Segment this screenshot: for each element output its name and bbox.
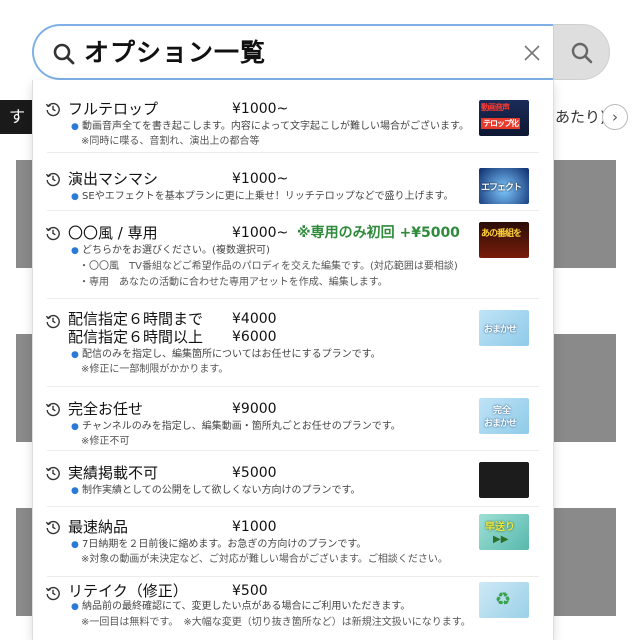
option-price: ¥5000	[232, 465, 277, 481]
option-thumbnail-full-telop: 動画音声 テロップ化	[479, 100, 529, 136]
option-description: ● 制作実績としての公開をして欲しくない方向けのプランです。	[71, 485, 361, 496]
option-name: 演出マシマシ	[68, 170, 159, 188]
search-input[interactable]: オプション一覧	[32, 24, 554, 80]
suggestion-item-retake[interactable]: リテイク（修正） ¥500 ● 納品前の最終確認にて、変更したい点がある場合にご…	[33, 580, 553, 640]
suggestion-item-no-portfolio[interactable]: 実績掲載不可 ¥5000 ● 制作実績としての公開をして欲しくない方向けのプラン…	[33, 460, 553, 508]
option-description: ● SEやエフェクトを基本プランに更に上乗せ！リッチテロップなどで盛り上げます。	[71, 191, 454, 202]
category-next-button[interactable]: ›	[602, 104, 628, 130]
history-icon	[45, 402, 60, 417]
divider	[47, 386, 539, 387]
option-name: リテイク（修正）	[68, 582, 188, 600]
option-name: 実績掲載不可	[68, 464, 159, 482]
option-note: ※同時に喋る、音割れ、演出上の都合等	[81, 136, 260, 147]
option-thumbnail-retake: ♻	[479, 582, 529, 618]
option-description: ● どちらかをお選びください。(複数選択可)	[71, 245, 270, 256]
history-icon	[45, 172, 60, 187]
option-note: ・専用 あなたの活動に合わせた専用アセットを作成、編集します。	[79, 277, 388, 288]
fast-forward-icon: ▶▶	[493, 534, 509, 545]
option-price: ¥1000~	[232, 171, 289, 187]
history-icon	[45, 520, 60, 535]
clear-icon[interactable]	[522, 43, 542, 63]
option-thumbnail-omakase: おまかせ	[479, 310, 529, 346]
option-price: ¥9000	[232, 401, 277, 417]
option-name: 完全お任せ	[68, 400, 144, 418]
divider	[47, 506, 539, 507]
divider	[47, 210, 539, 211]
option-name: フルテロップ	[68, 100, 159, 118]
history-icon	[45, 226, 60, 241]
divider	[47, 450, 539, 451]
history-icon	[45, 466, 60, 481]
option-thumbnail-full-omakase: 完全 おまかせ	[479, 398, 529, 434]
history-icon	[45, 586, 60, 601]
option-price: ¥1000	[232, 519, 277, 535]
option-thumbnail-express: 早送り ▶▶	[479, 514, 529, 550]
option-note: ※修正に一部制限がかかります。	[81, 364, 229, 375]
search-icon	[53, 43, 75, 65]
chevron-right-icon: ›	[612, 108, 618, 126]
recycle-icon: ♻	[495, 589, 512, 610]
option-name: 最速納品	[68, 518, 129, 536]
option-price: ¥500	[232, 583, 268, 599]
suggestion-item-full-omakase[interactable]: 完全お任せ ¥9000 ● チャンネルのみを指定し、編集動画・箇所丸ごとお任せの…	[33, 396, 553, 452]
category-tab-all[interactable]: すべ	[0, 100, 32, 134]
option-name: 配信指定６時間まで	[68, 310, 204, 328]
category-label-partial: あたり)	[555, 108, 606, 126]
divider	[47, 298, 539, 299]
divider	[47, 152, 539, 153]
divider	[47, 576, 539, 577]
background-card	[554, 508, 616, 616]
option-note: ※対象の動画が未決定など、ご対応が難しい場合がございます。ご相談ください。	[81, 554, 448, 565]
option-special-note: ※専用のみ初回 +¥5000	[297, 225, 460, 241]
search-query-text: オプション一覧	[84, 38, 267, 67]
history-icon	[45, 102, 60, 117]
option-name: 〇〇風 / 専用	[68, 224, 158, 242]
option-description: ● 動画音声全てを書き起こします。内容によって文字起こしが難しい場合がございます…	[71, 121, 470, 132]
search-suggestion-dropdown: フルテロップ ¥1000~ ● 動画音声全てを書き起こします。内容によって文字起…	[32, 80, 554, 640]
history-icon	[45, 314, 60, 329]
option-description: ● チャンネルのみを指定し、編集動画・箇所丸ごとお任せのプランです。	[71, 421, 401, 432]
option-price: ¥1000~	[232, 101, 289, 117]
background-card	[16, 334, 32, 442]
suggestion-item-effect[interactable]: 演出マシマシ ¥1000~ ● SEやエフェクトを基本プランに更に上乗せ！リッチ…	[33, 166, 553, 214]
option-note: ※一回目は無料です。 ※大幅な変更（切り抜き箇所など）は新規注文扱いになります。	[81, 617, 471, 628]
background-card	[16, 508, 32, 616]
option-price-secondary: ¥6000	[232, 329, 277, 345]
option-name-secondary: 配信指定６時間以上	[68, 328, 204, 346]
option-price: ¥4000	[232, 311, 277, 327]
background-card	[554, 160, 616, 268]
suggestion-item-full-telop[interactable]: フルテロップ ¥1000~ ● 動画音声全てを書き起こします。内容によって文字起…	[33, 96, 553, 158]
background-card	[16, 160, 32, 268]
option-description: ● 納品前の最終確認にて、変更したい点がある場合にご利用いただきます。	[71, 601, 411, 612]
search-icon	[571, 42, 593, 64]
search-bar: オプション一覧	[32, 24, 610, 80]
option-thumbnail-parody: あの番組を	[479, 222, 529, 258]
option-note: ・〇〇風 TV番組などご希望作品のパロディを交えた編集です。(対応範囲は要相談)	[79, 261, 458, 272]
option-note: ※修正不可	[81, 436, 130, 447]
option-description: ● 配信のみを指定し、編集箇所についてはお任せにするプランです。	[71, 349, 381, 360]
option-thumbnail-effect: エフェクト	[479, 168, 529, 204]
suggestion-item-parody-custom[interactable]: 〇〇風 / 専用 ¥1000~ ※専用のみ初回 +¥5000 ● どちらかをお選…	[33, 220, 553, 294]
search-button[interactable]	[553, 24, 610, 80]
option-price: ¥1000~	[232, 225, 289, 241]
option-description: ● 7日納期を２日前後に縮めます。お急ぎの方向けのプランです。	[71, 539, 367, 550]
suggestion-item-express[interactable]: 最速納品 ¥1000 ● 7日納期を２日前後に縮めます。お急ぎの方向けのプランで…	[33, 514, 553, 576]
background-card	[554, 334, 616, 442]
option-thumbnail-no-portfolio	[479, 462, 529, 498]
suggestion-item-stream-specified[interactable]: 配信指定６時間まで ¥4000 配信指定６時間以上 ¥6000 ● 配信のみを指…	[33, 308, 553, 382]
